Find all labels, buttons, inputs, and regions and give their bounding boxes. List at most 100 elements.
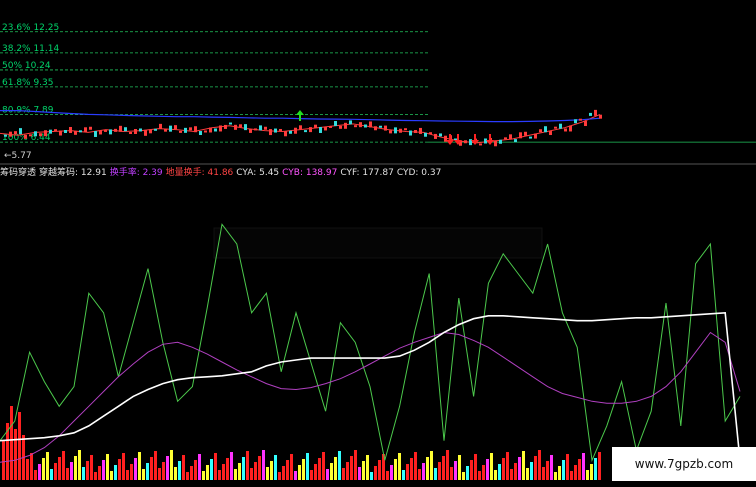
volume-bar bbox=[522, 451, 525, 480]
volume-bar bbox=[290, 454, 293, 480]
volume-bar bbox=[82, 467, 85, 480]
volume-bar bbox=[566, 454, 569, 480]
volume-bar bbox=[226, 458, 229, 480]
volume-bar bbox=[446, 450, 449, 480]
volume-bar bbox=[430, 451, 433, 480]
volume-bar bbox=[514, 463, 517, 480]
volume-bar bbox=[530, 462, 533, 480]
volume-bar bbox=[258, 456, 261, 480]
volume-bar bbox=[410, 458, 413, 480]
volume-bar bbox=[78, 450, 81, 480]
volume-bar bbox=[186, 472, 189, 480]
volume-bar bbox=[270, 461, 273, 480]
volume-bar bbox=[242, 457, 245, 480]
volume-bar bbox=[246, 451, 249, 480]
volume-bar bbox=[18, 412, 21, 480]
volume-bar bbox=[162, 462, 165, 480]
volume-bar bbox=[146, 463, 149, 480]
volume-bar bbox=[494, 470, 497, 480]
volume-bar bbox=[358, 467, 361, 480]
volume-bar bbox=[582, 453, 585, 480]
volume-bar bbox=[106, 454, 109, 480]
volume-bar bbox=[266, 467, 269, 480]
volume-bar bbox=[26, 459, 29, 480]
volume-bar bbox=[282, 466, 285, 480]
volume-bar bbox=[462, 472, 465, 480]
volume-bar bbox=[10, 406, 13, 480]
volume-bar bbox=[210, 459, 213, 480]
volume-bar bbox=[310, 470, 313, 480]
volume-bar bbox=[178, 461, 181, 480]
volume-bar bbox=[190, 466, 193, 480]
volume-bar bbox=[218, 470, 221, 480]
volume-bar bbox=[562, 460, 565, 480]
volume-bar bbox=[526, 468, 529, 480]
volume-bar bbox=[54, 463, 57, 480]
volume-bar bbox=[214, 453, 217, 480]
lower-indicator-chart bbox=[0, 223, 741, 480]
volume-bar bbox=[374, 466, 377, 480]
volume-bar bbox=[114, 465, 117, 480]
volume-bar bbox=[30, 453, 33, 480]
volume-bar bbox=[326, 469, 329, 480]
volume-bar bbox=[334, 457, 337, 480]
volume-bar bbox=[370, 472, 373, 480]
volume-bar bbox=[402, 470, 405, 480]
volume-bar bbox=[454, 461, 457, 480]
volume-bar bbox=[194, 460, 197, 480]
volume-bar bbox=[286, 460, 289, 480]
volume-bar bbox=[590, 464, 593, 480]
volume-bar bbox=[222, 464, 225, 480]
volume-bar bbox=[130, 464, 133, 480]
volume-bar bbox=[206, 465, 209, 480]
volume-bar bbox=[150, 457, 153, 480]
volume-bar bbox=[38, 464, 41, 480]
volume-bar bbox=[574, 465, 577, 480]
volume-bar bbox=[578, 459, 581, 480]
volume-bar bbox=[598, 452, 601, 480]
volume-bar bbox=[90, 455, 93, 480]
volume-bar bbox=[510, 469, 513, 480]
volume-bar bbox=[366, 455, 369, 480]
volume-bar bbox=[478, 471, 481, 480]
volume-bar bbox=[414, 452, 417, 480]
indicator-line-1 bbox=[0, 331, 741, 463]
volume-bar bbox=[438, 462, 441, 480]
volume-bar bbox=[502, 458, 505, 480]
volume-bar bbox=[558, 466, 561, 480]
volume-bar bbox=[362, 461, 365, 480]
indicator-line-0 bbox=[0, 223, 741, 463]
volume-bar bbox=[450, 467, 453, 480]
volume-bar bbox=[394, 459, 397, 480]
volume-bar bbox=[486, 459, 489, 480]
volume-bar bbox=[422, 463, 425, 480]
volume-bar bbox=[506, 452, 509, 480]
volume-bar bbox=[518, 457, 521, 480]
volume-bar bbox=[470, 460, 473, 480]
volume-bar bbox=[154, 451, 157, 480]
volume-bar bbox=[302, 459, 305, 480]
volume-bar bbox=[322, 452, 325, 480]
volume-bar bbox=[50, 469, 53, 480]
volume-bar bbox=[74, 456, 77, 480]
volume-bar bbox=[250, 468, 253, 480]
volume-bar bbox=[390, 465, 393, 480]
volume-bar bbox=[66, 468, 69, 480]
volume-bar bbox=[426, 457, 429, 480]
volume-bar bbox=[34, 470, 37, 480]
volume-bar bbox=[122, 453, 125, 480]
volume-bar bbox=[570, 471, 573, 480]
volume-bar bbox=[158, 468, 161, 480]
watermark-text: www.7gpzb.com bbox=[612, 447, 756, 481]
volume-bar bbox=[94, 472, 97, 480]
volume-bar bbox=[306, 453, 309, 480]
volume-bar bbox=[238, 463, 241, 480]
volume-bar bbox=[118, 459, 121, 480]
volume-bar bbox=[198, 454, 201, 480]
volume-bar bbox=[42, 458, 45, 480]
volume-bar bbox=[482, 465, 485, 480]
volume-bar bbox=[542, 467, 545, 480]
volume-bar bbox=[102, 460, 105, 480]
volume-bar bbox=[126, 470, 129, 480]
chart-stage: 23.6% 12.25 38.2% 11.14 50% 10.24 61.8% 9.3… bbox=[0, 0, 756, 487]
